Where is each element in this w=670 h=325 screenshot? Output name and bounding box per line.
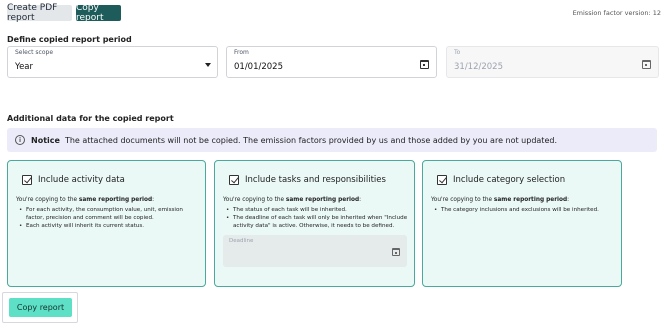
create-pdf-report-button[interactable]: Create PDF report	[7, 3, 72, 23]
copy-report-tab-button[interactable]: Copy report	[76, 3, 121, 23]
checkbox-checked-icon[interactable]	[229, 175, 239, 185]
from-value: 01/01/2025	[234, 62, 283, 72]
list-item: For each activity, the consumption value…	[16, 207, 201, 222]
to-value: 31/12/2025	[454, 62, 503, 72]
deadline-label: Deadline	[229, 238, 254, 244]
additional-section-title: Additional data for the copied report	[7, 114, 174, 123]
card-intro: You're copying to the same reporting per…	[431, 197, 570, 203]
include-activity-data-card[interactable]: Include activity data You're copying to …	[7, 160, 206, 287]
from-date-field[interactable]: From 01/01/2025	[226, 46, 437, 78]
checkbox-checked-icon[interactable]	[22, 175, 32, 185]
card-bullets: The status of each task will be inherite…	[223, 207, 408, 231]
card-bullets: The category inclusions and exclusions w…	[431, 207, 616, 215]
list-item: The category inclusions and exclusions w…	[431, 207, 616, 215]
period-section-title: Define copied report period	[7, 35, 132, 44]
info-icon: i	[15, 135, 25, 145]
include-tasks-card[interactable]: Include tasks and responsibilities You'r…	[214, 160, 415, 287]
scope-label: Select scope	[15, 49, 54, 56]
card-title: Include tasks and responsibilities	[245, 175, 386, 185]
notice-banner: i Notice The attached documents will not…	[7, 128, 657, 152]
list-item: The deadline of each task will only be i…	[223, 215, 408, 230]
from-label: From	[234, 49, 249, 56]
list-item: The status of each task will be inherite…	[223, 207, 408, 215]
include-category-selection-card[interactable]: Include category selection You're copyin…	[422, 160, 622, 287]
card-bullets: For each activity, the consumption value…	[16, 207, 201, 231]
deadline-field: Deadline	[223, 235, 407, 267]
copy-report-action-area: Copy report	[2, 292, 78, 323]
to-label: To	[454, 49, 461, 56]
calendar-icon[interactable]	[420, 60, 429, 69]
card-intro: You're copying to the same reporting per…	[16, 197, 155, 203]
calendar-icon	[392, 248, 400, 256]
card-intro: You're copying to the same reporting per…	[223, 197, 362, 203]
card-title: Include category selection	[453, 175, 566, 185]
emission-factor-version: Emission factor version: 12	[572, 9, 661, 17]
scope-value: Year	[15, 62, 33, 72]
checkbox-checked-icon[interactable]	[437, 175, 447, 185]
chevron-down-icon	[205, 63, 211, 67]
list-item: Each activity will inherit its current s…	[16, 223, 201, 231]
card-title: Include activity data	[38, 175, 125, 185]
to-date-field: To 31/12/2025	[446, 46, 659, 78]
notice-label: Notice	[31, 135, 60, 145]
scope-select[interactable]: Select scope Year	[7, 46, 218, 78]
copy-report-button[interactable]: Copy report	[9, 298, 72, 317]
calendar-icon	[642, 60, 651, 69]
notice-text: The attached documents will not be copie…	[64, 135, 557, 145]
